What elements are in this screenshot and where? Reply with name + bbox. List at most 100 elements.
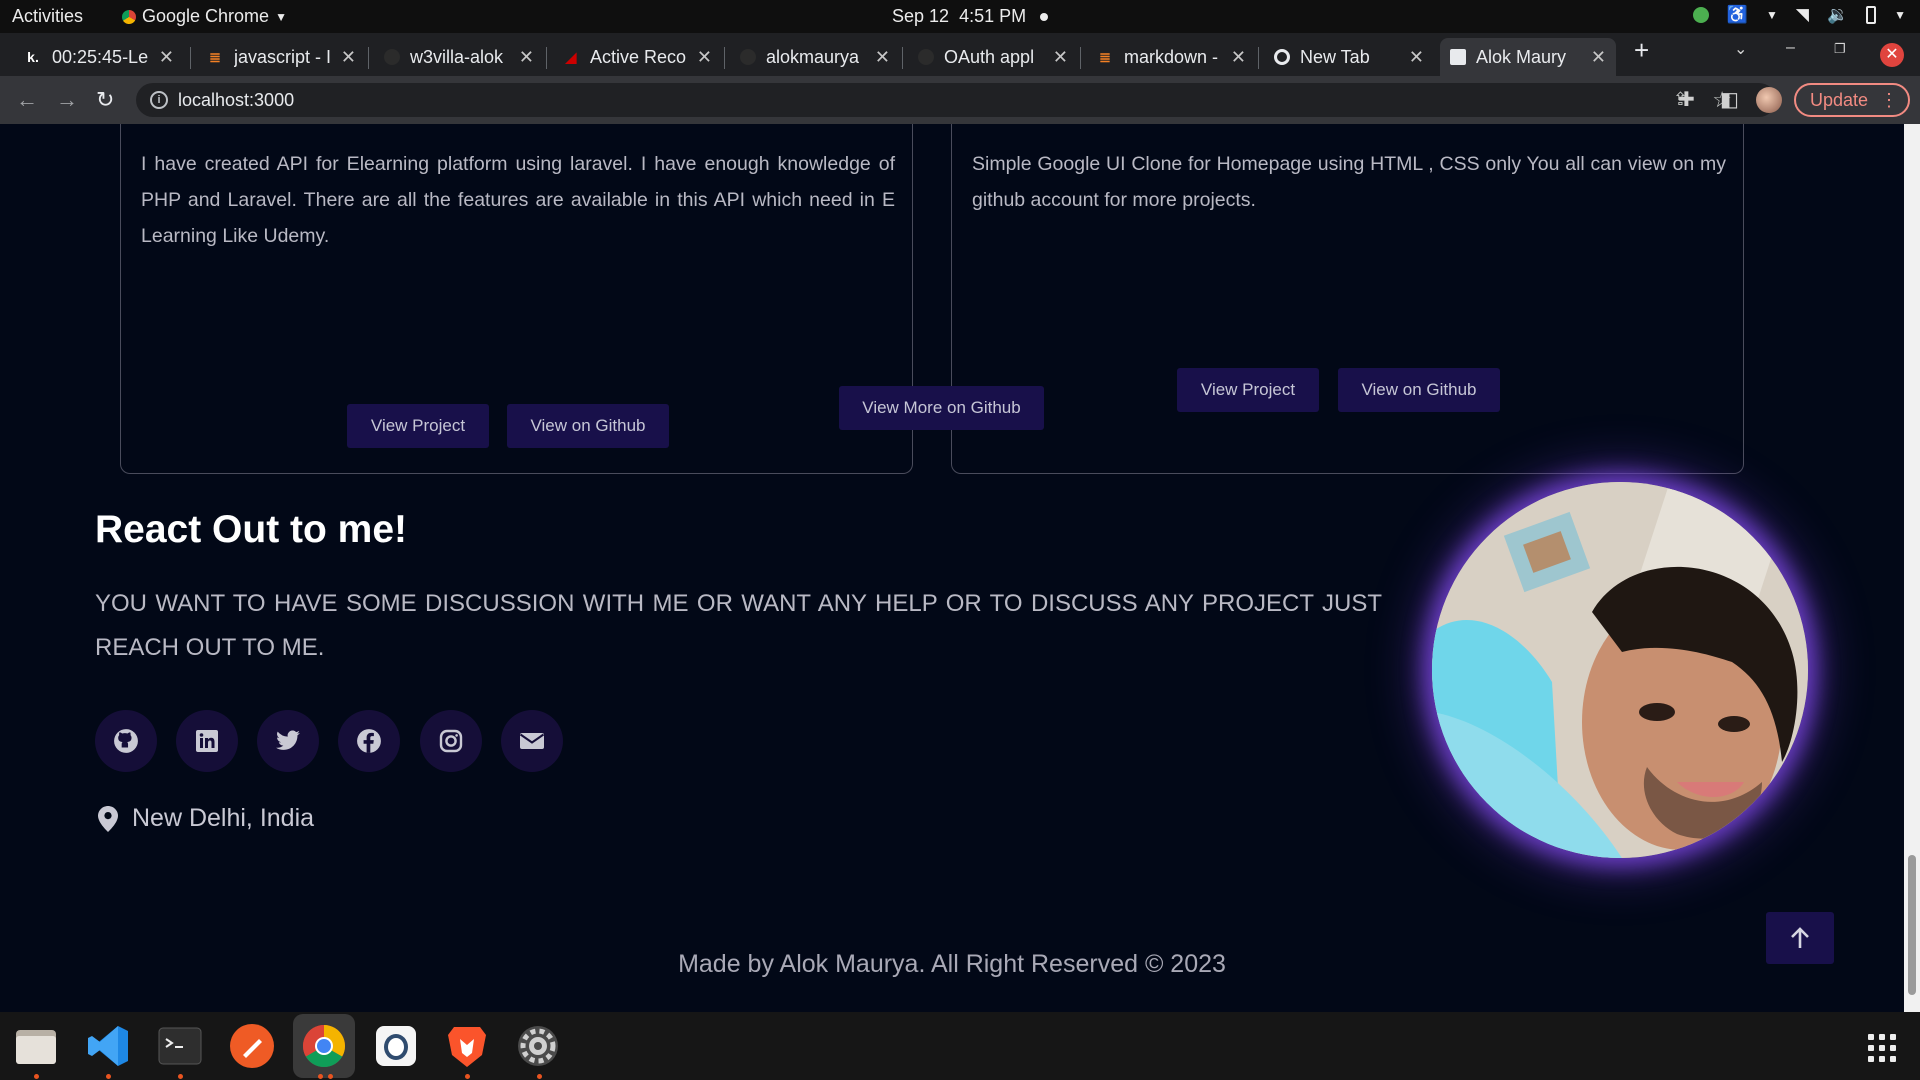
github-icon <box>114 729 138 753</box>
clock[interactable]: Sep 12 4:51 PM <box>892 6 1026 27</box>
close-icon[interactable]: ✕ <box>1409 47 1424 68</box>
settings-app[interactable] <box>513 1021 563 1071</box>
close-icon[interactable]: ✕ <box>519 47 534 68</box>
tab-active[interactable]: Alok Maury ✕ <box>1440 38 1616 76</box>
linkedin-link[interactable] <box>176 710 238 772</box>
notification-dot <box>1040 13 1048 21</box>
profile-avatar[interactable] <box>1756 87 1782 113</box>
tab-separator <box>368 47 369 69</box>
side-panel-icon[interactable]: ◧ <box>1720 87 1739 112</box>
files-app[interactable] <box>11 1021 61 1071</box>
activities-button[interactable]: Activities <box>12 6 83 27</box>
tab-search-icon[interactable]: ⌄ <box>1734 39 1747 59</box>
brave-app[interactable] <box>442 1021 492 1071</box>
facebook-link[interactable] <box>338 710 400 772</box>
reload-icon[interactable]: ↻ <box>96 87 114 113</box>
running-indicator <box>537 1074 542 1079</box>
app-name-label: Google Chrome <box>142 6 270 26</box>
gear-icon <box>518 1026 558 1066</box>
url-text[interactable]: localhost:3000 <box>178 90 294 111</box>
k-favicon-icon: k. <box>27 49 39 65</box>
volume-icon[interactable]: 🔉 <box>1827 5 1848 25</box>
info-icon[interactable]: i <box>150 91 168 109</box>
pgadmin-app[interactable] <box>371 1021 421 1071</box>
tab[interactable]: alokmaurya ✕ <box>730 38 900 76</box>
tab-label: New Tab <box>1300 46 1370 67</box>
scrollbar-thumb[interactable] <box>1908 855 1916 995</box>
tab[interactable]: ≣ javascript - I ✕ <box>196 38 366 76</box>
project-card: I have created API for Elearning platfor… <box>120 124 913 474</box>
tab-label: alokmaurya <box>766 46 860 67</box>
view-project-button[interactable]: View Project <box>1177 368 1319 412</box>
chevron-down-icon[interactable]: ▼ <box>1894 8 1906 22</box>
close-icon[interactable]: ✕ <box>1591 47 1606 68</box>
view-github-button[interactable]: View on Github <box>1338 368 1500 412</box>
tab[interactable]: OAuth appl ✕ <box>908 38 1078 76</box>
location-text: New Delhi, India <box>132 804 315 832</box>
twitter-link[interactable] <box>257 710 319 772</box>
view-more-github-button[interactable]: View More on Github <box>839 386 1044 430</box>
close-icon[interactable]: ✕ <box>159 47 174 68</box>
tab-label: OAuth appl <box>944 46 1035 67</box>
show-apps-grid-icon[interactable] <box>1868 1034 1896 1062</box>
tab-separator <box>724 47 725 69</box>
close-icon[interactable]: ✕ <box>1231 47 1246 68</box>
more-vert-icon[interactable]: ⋮ <box>1880 85 1898 115</box>
stackoverflow-icon: ≣ <box>209 48 221 65</box>
accessibility-icon[interactable]: ♿ <box>1727 5 1748 25</box>
close-icon[interactable]: ✕ <box>875 47 890 68</box>
instagram-link[interactable] <box>420 710 482 772</box>
chrome-small-icon <box>122 9 136 24</box>
close-icon[interactable]: ✕ <box>341 47 356 68</box>
wifi-icon[interactable]: ◥ <box>1796 5 1809 25</box>
update-button[interactable]: Update ⋮ <box>1794 83 1910 117</box>
tab[interactable]: w3villa-alok ✕ <box>374 38 544 76</box>
tab-separator <box>190 47 191 69</box>
back-arrow-icon[interactable]: ← <box>16 87 38 113</box>
extensions-puzzle-icon[interactable]: ✚ <box>1678 87 1695 112</box>
chevron-down-icon[interactable]: ▼ <box>1766 8 1778 22</box>
address-bar[interactable]: i localhost:3000 ⇪ ☆ <box>136 83 1776 117</box>
view-github-button[interactable]: View on Github <box>507 404 669 448</box>
running-indicator <box>34 1074 39 1079</box>
tab-label: w3villa-alok <box>410 46 504 67</box>
new-tab-button[interactable]: + <box>1634 35 1649 66</box>
system-top-bar: Activities Google Chrome ▼ Sep 12 4:51 P… <box>0 0 1920 33</box>
view-project-button[interactable]: View Project <box>347 404 489 448</box>
forward-arrow-icon[interactable]: → <box>56 87 78 113</box>
taskbar-dock <box>0 1012 1920 1080</box>
system-tray[interactable]: ♿ ▼ ◥ 🔉 ▼ <box>1692 5 1906 25</box>
email-link[interactable] <box>501 710 563 772</box>
tab[interactable]: k. 00:25:45-Le ✕ <box>14 38 184 76</box>
close-icon[interactable]: ✕ <box>1053 47 1068 68</box>
chrome-icon <box>302 1025 346 1068</box>
terminal-icon <box>158 1027 202 1065</box>
footer-text: Made by Alok Maurya. All Right Reserved … <box>678 950 1226 978</box>
vscode-app[interactable] <box>83 1021 133 1071</box>
clock-date: Sep 12 <box>892 6 950 26</box>
project-description: I have created API for Elearning platfor… <box>141 153 895 247</box>
tab-separator <box>1258 47 1259 69</box>
update-label: Update <box>1810 90 1869 110</box>
tab-label: markdown - <box>1124 46 1219 67</box>
postman-icon <box>230 1024 274 1068</box>
chrome-app[interactable] <box>293 1014 355 1078</box>
stackoverflow-icon: ≣ <box>1099 48 1111 65</box>
tab[interactable]: ≣ markdown - ✕ <box>1086 38 1256 76</box>
app-menu[interactable]: Google Chrome ▼ <box>122 6 287 27</box>
running-indicator <box>318 1074 323 1079</box>
contact-heading: React Out to me! <box>95 508 408 551</box>
tab-label: 00:25:45-Le <box>52 46 149 67</box>
tab[interactable]: ◢ Active Reco ✕ <box>552 38 722 76</box>
window-close-button[interactable]: ✕ <box>1880 43 1904 67</box>
battery-icon[interactable] <box>1866 6 1877 24</box>
close-icon[interactable]: ✕ <box>697 47 712 68</box>
postman-app[interactable] <box>227 1021 277 1071</box>
restore-icon[interactable]: ❐ <box>1834 41 1846 57</box>
vscode-icon <box>88 1026 128 1066</box>
update-indicator-icon[interactable] <box>1692 7 1709 23</box>
github-link[interactable] <box>95 710 157 772</box>
minimize-icon[interactable]: – <box>1786 39 1795 57</box>
terminal-app[interactable] <box>155 1021 205 1071</box>
tab[interactable]: New Tab ✕ <box>1264 38 1434 76</box>
